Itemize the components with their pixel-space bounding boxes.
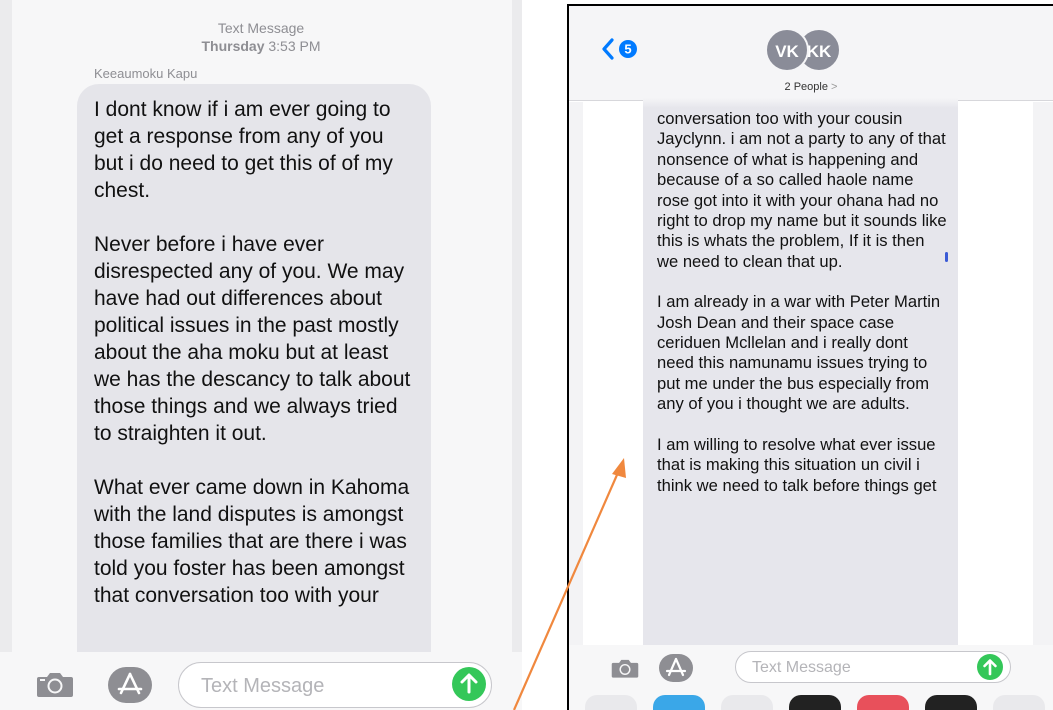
app-drawer-item[interactable] bbox=[857, 695, 909, 710]
right-edge bbox=[512, 0, 522, 710]
message-input-placeholder: Text Message bbox=[752, 659, 851, 676]
right-screenshot: 5 VK KK 2 People > conversation too with… bbox=[567, 4, 1053, 710]
app-drawer-item[interactable] bbox=[993, 695, 1045, 710]
timestamp-time: 3:53 PM bbox=[268, 38, 321, 54]
screen-margin bbox=[1033, 102, 1053, 662]
app-drawer-item[interactable] bbox=[585, 695, 637, 710]
conversation-header: 5 VK KK 2 People > bbox=[569, 6, 1053, 101]
screen-margin bbox=[569, 102, 583, 662]
app-drawer-item[interactable] bbox=[653, 695, 705, 710]
group-details-link[interactable]: 2 People > bbox=[569, 81, 1053, 93]
send-arrow-icon[interactable] bbox=[977, 654, 1003, 680]
back-button[interactable]: 5 bbox=[601, 36, 641, 62]
camera-icon[interactable] bbox=[611, 657, 639, 679]
message-input-placeholder: Text Message bbox=[201, 675, 325, 697]
message-input[interactable]: Text Message bbox=[735, 651, 1011, 683]
message-paragraph: I am willing to resolve what ever issue … bbox=[657, 434, 937, 495]
app-drawer-item[interactable] bbox=[721, 695, 773, 710]
avatar[interactable]: VK bbox=[765, 28, 809, 72]
chevron-right-icon: > bbox=[831, 81, 838, 93]
left-screenshot: Text Message Thursday 3:53 PM Keeaumoku … bbox=[0, 0, 522, 710]
message-paragraph: What ever came down in Kahoma with the l… bbox=[94, 476, 410, 607]
incoming-message-bubble[interactable]: I dont know if i am ever going to get a … bbox=[77, 84, 431, 684]
app-drawer-item[interactable] bbox=[925, 695, 977, 710]
conversation-header-title: Text Message bbox=[217, 20, 305, 36]
app-drawer bbox=[569, 689, 1053, 710]
message-paragraph: conversation too with your cousin Jaycly… bbox=[657, 109, 947, 271]
left-edge bbox=[0, 0, 12, 710]
scroll-fade bbox=[643, 98, 958, 108]
app-drawer-item[interactable] bbox=[789, 695, 841, 710]
send-arrow-icon[interactable] bbox=[452, 667, 486, 701]
back-chevron-icon: 5 bbox=[602, 38, 637, 60]
message-input[interactable]: Text Message bbox=[178, 662, 492, 708]
conversation-timestamp: Thursday 3:53 PM bbox=[0, 38, 522, 54]
sender-name: Keeaumoku Kapu bbox=[94, 66, 198, 81]
timestamp-day: Thursday bbox=[201, 38, 265, 54]
incoming-message-bubble[interactable]: conversation too with your cousin Jaycly… bbox=[643, 98, 958, 645]
message-paragraph: I am already in a war with Peter Martin … bbox=[657, 292, 941, 414]
message-paragraph: I dont know if i am ever going to get a … bbox=[94, 98, 393, 202]
people-count-label: 2 People bbox=[784, 81, 828, 93]
message-paragraph: Never before i have ever disrespected an… bbox=[94, 233, 411, 445]
camera-icon[interactable] bbox=[36, 670, 74, 698]
app-store-icon[interactable] bbox=[659, 654, 693, 682]
unread-count-badge: 5 bbox=[624, 42, 631, 57]
app-store-icon[interactable] bbox=[108, 667, 152, 703]
scroll-indicator bbox=[945, 252, 948, 262]
